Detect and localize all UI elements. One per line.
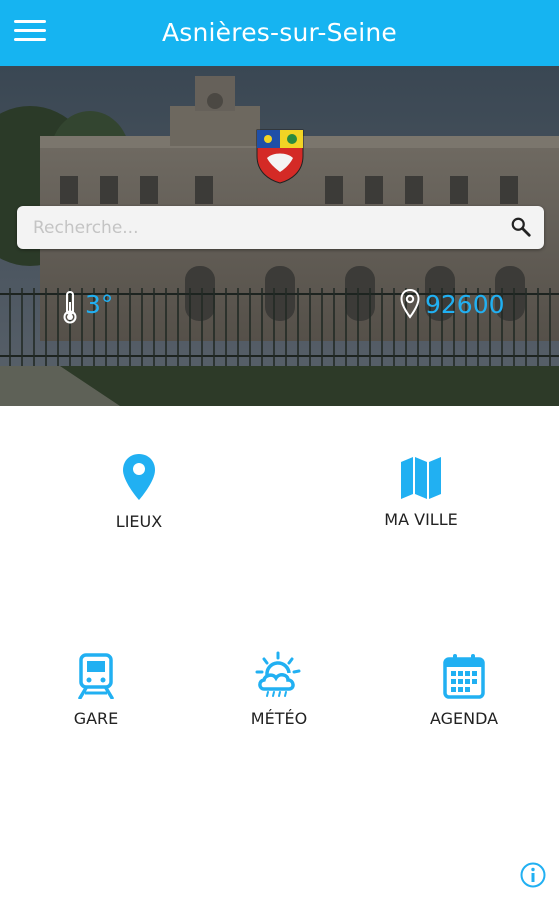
tile-label: LIEUX — [115, 512, 163, 531]
weather-icon — [255, 651, 301, 697]
tile-label: GARE — [73, 709, 119, 728]
search-bar — [17, 206, 544, 249]
tile-label: AGENDA — [429, 709, 499, 728]
tile-lieux[interactable]: LIEUX — [69, 452, 209, 531]
temperature-value: 3° — [85, 290, 114, 319]
thermometer-icon — [63, 291, 77, 324]
folded-map-icon — [401, 457, 441, 499]
tile-label: MÉTÉO — [250, 709, 308, 728]
location-pin-icon — [400, 289, 420, 319]
tile-ma-ville[interactable]: MA VILLE — [351, 456, 491, 529]
calendar-icon — [443, 654, 485, 699]
tile-gare[interactable]: GARE — [26, 653, 166, 728]
hero-banner: 3° 92600 — [0, 66, 559, 406]
train-icon — [78, 653, 114, 699]
postal-code-value: 92600 — [425, 290, 505, 319]
tile-agenda[interactable]: AGENDA — [394, 653, 534, 728]
city-crest-logo — [256, 129, 304, 184]
map-pin-icon — [123, 454, 155, 500]
info-icon[interactable] — [520, 862, 546, 888]
tile-meteo[interactable]: MÉTÉO — [209, 651, 349, 728]
search-icon[interactable] — [510, 216, 532, 238]
page-title: Asnières-sur-Seine — [161, 18, 398, 47]
search-input[interactable] — [33, 206, 493, 249]
app-bar: Asnières-sur-Seine — [0, 0, 559, 66]
tile-label: MA VILLE — [384, 510, 458, 529]
